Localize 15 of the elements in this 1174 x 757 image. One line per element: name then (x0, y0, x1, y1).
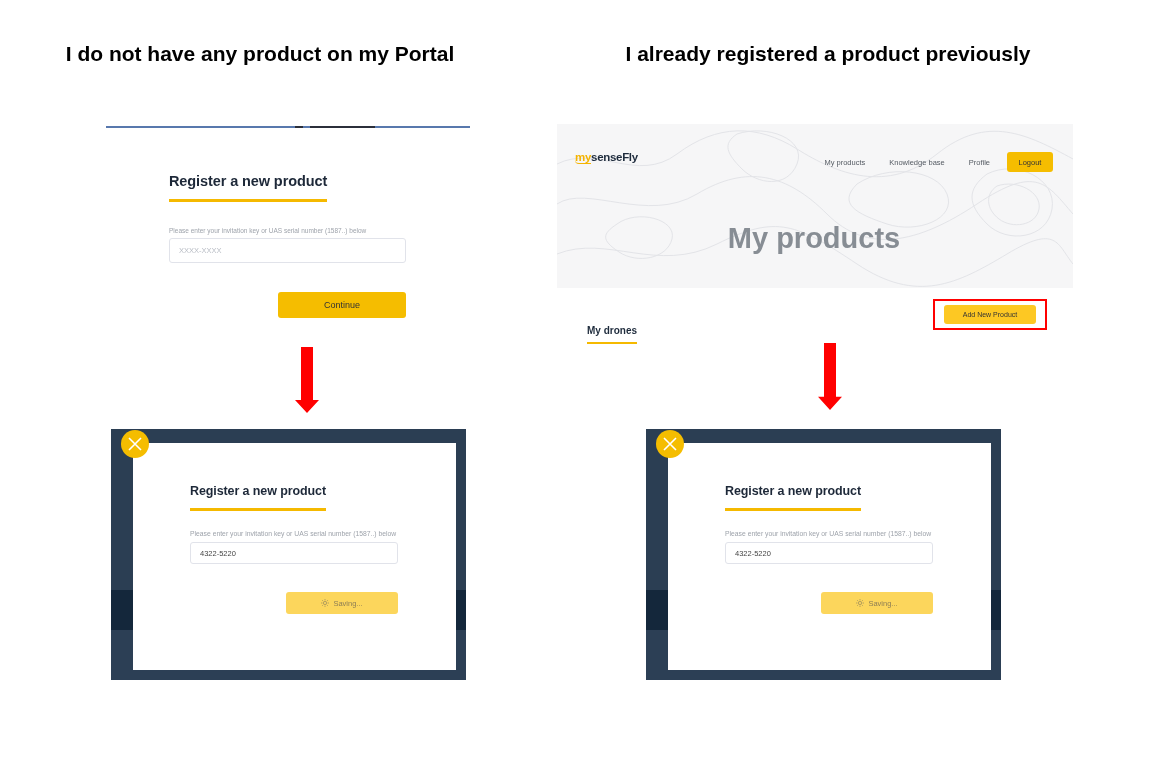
close-icon[interactable] (656, 430, 684, 458)
spinner-icon (321, 599, 330, 607)
section-title: My drones (587, 325, 637, 337)
modal-title: Register a new product (190, 483, 327, 499)
form-title: Register a new product (169, 172, 328, 190)
down-arrow (295, 347, 319, 413)
column-heading: I do not have any product on my Portal (65, 42, 455, 66)
continue-button[interactable]: Continue (278, 292, 406, 318)
spinner-icon (856, 599, 865, 607)
close-icon[interactable] (121, 430, 149, 458)
down-arrow (818, 343, 842, 410)
page-title: My products (727, 222, 901, 254)
brand-logo[interactable]: mysenseFly (575, 151, 638, 163)
column-heading: I already registered a product previously (625, 42, 1031, 66)
modal-title: Register a new product (725, 483, 862, 499)
